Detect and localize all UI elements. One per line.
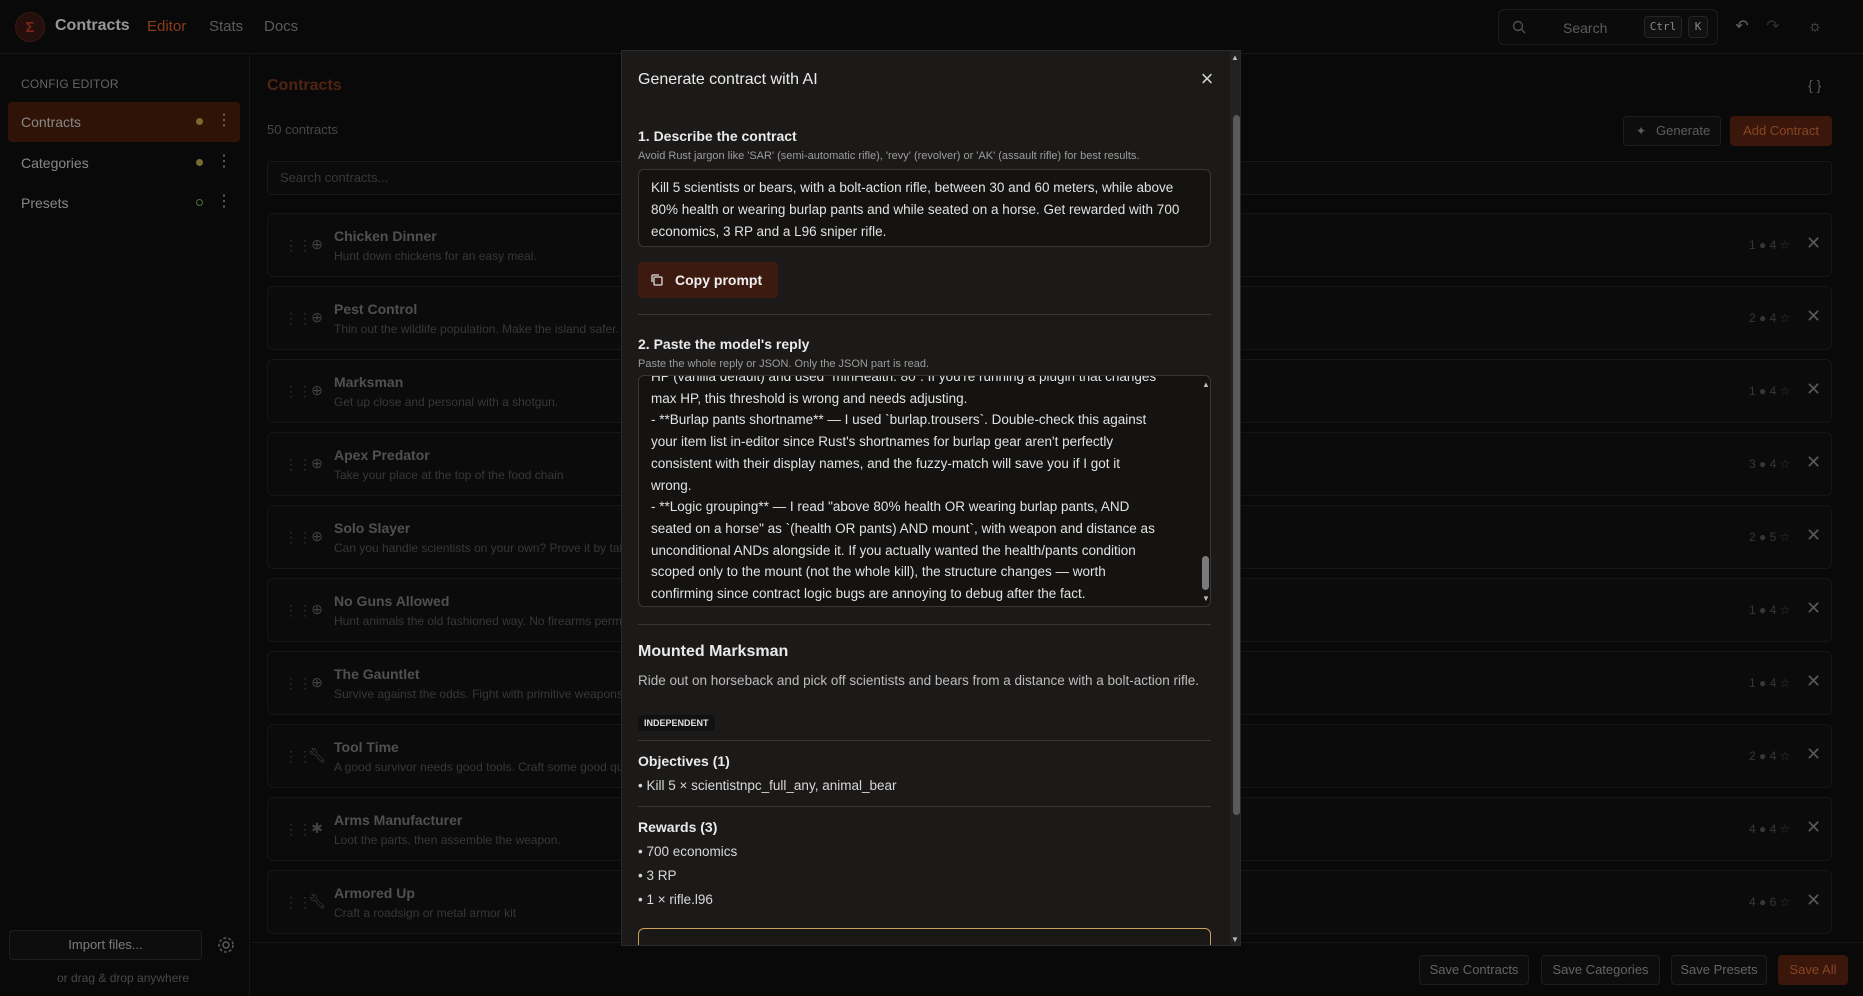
reward-item: • 1 × rifle.l96 — [638, 892, 713, 907]
step1-title: 1. Describe the contract — [638, 128, 797, 144]
scroll-down-icon[interactable]: ▼ — [1231, 935, 1239, 944]
step1-hint: Avoid Rust jargon like 'SAR' (semi-autom… — [638, 150, 1140, 162]
modal-scroll-thumb[interactable] — [1233, 115, 1240, 815]
reply-text: HP (vanilla default) and used `minHealth… — [651, 375, 1157, 602]
result-desc: Ride out on horseback and pick off scien… — [638, 673, 1200, 688]
step2-hint: Paste the whole reply or JSON. Only the … — [638, 358, 930, 370]
divider — [638, 740, 1211, 741]
result-name: Mounted Marksman — [638, 643, 789, 660]
divider — [638, 806, 1211, 807]
step2-title: 2. Paste the model's reply — [638, 336, 810, 352]
objectives-title: Objectives (1) — [638, 753, 730, 769]
rewards-title: Rewards (3) — [638, 819, 718, 835]
generate-ai-modal: Generate contract with AI × 1. Describe … — [621, 50, 1241, 946]
modal-title: Generate contract with AI — [638, 71, 818, 88]
close-icon[interactable]: × — [1192, 64, 1222, 94]
prompt-textarea[interactable]: Kill 5 scientists or bears, with a bolt-… — [638, 169, 1211, 247]
status-badge: INDEPENDENT — [638, 715, 715, 731]
scroll-up-icon[interactable]: ▲ — [1231, 53, 1239, 62]
copy-prompt-button[interactable]: Copy prompt — [638, 262, 778, 298]
apply-area[interactable] — [638, 928, 1211, 945]
divider — [638, 624, 1211, 625]
reward-item: • 3 RP — [638, 868, 677, 883]
divider — [638, 314, 1211, 315]
copy-icon — [651, 274, 663, 286]
reply-textarea[interactable]: HP (vanilla default) and used `minHealth… — [638, 375, 1211, 607]
reply-scroll-thumb[interactable] — [1202, 556, 1209, 590]
reward-item: • 700 economics — [638, 844, 738, 859]
objective-item: • Kill 5 × scientistnpc_full_any, animal… — [638, 778, 897, 793]
